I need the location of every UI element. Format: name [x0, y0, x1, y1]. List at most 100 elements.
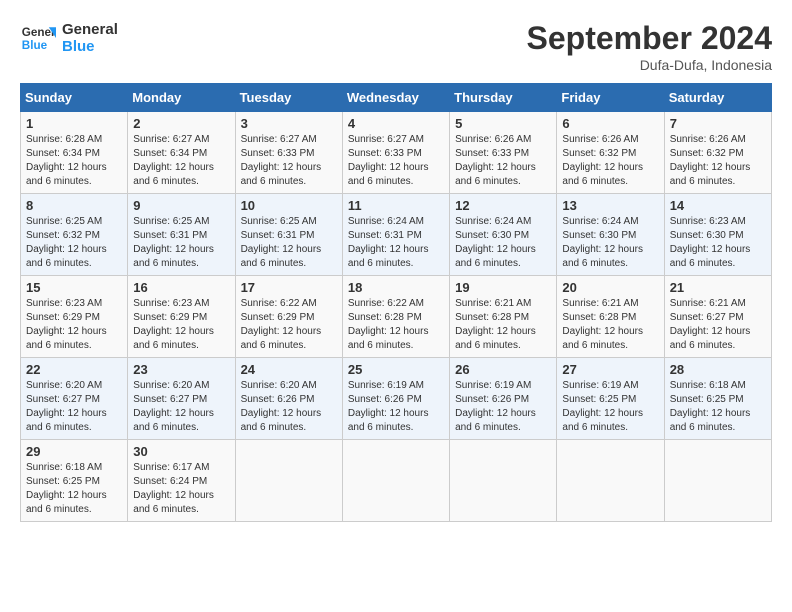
day-info: Sunrise: 6:21 AM Sunset: 6:27 PM Dayligh…	[670, 297, 766, 353]
day-info: Sunrise: 6:19 AM Sunset: 6:26 PM Dayligh…	[455, 379, 551, 435]
day-number: 14	[670, 198, 766, 213]
calendar-cell: 19 Sunrise: 6:21 AM Sunset: 6:28 PM Dayl…	[450, 276, 557, 358]
calendar-cell: 16 Sunrise: 6:23 AM Sunset: 6:29 PM Dayl…	[128, 276, 235, 358]
day-info: Sunrise: 6:22 AM Sunset: 6:28 PM Dayligh…	[348, 297, 444, 353]
day-info: Sunrise: 6:26 AM Sunset: 6:33 PM Dayligh…	[455, 133, 551, 189]
calendar-cell: 15 Sunrise: 6:23 AM Sunset: 6:29 PM Dayl…	[21, 276, 128, 358]
day-info: Sunrise: 6:20 AM Sunset: 6:26 PM Dayligh…	[241, 379, 337, 435]
day-info: Sunrise: 6:27 AM Sunset: 6:34 PM Dayligh…	[133, 133, 229, 189]
day-info: Sunrise: 6:24 AM Sunset: 6:31 PM Dayligh…	[348, 215, 444, 271]
day-number: 27	[562, 362, 658, 377]
calendar-cell: 28 Sunrise: 6:18 AM Sunset: 6:25 PM Dayl…	[664, 358, 771, 440]
logo-text-blue: Blue	[62, 38, 118, 55]
day-info: Sunrise: 6:26 AM Sunset: 6:32 PM Dayligh…	[670, 133, 766, 189]
col-thursday: Thursday	[450, 84, 557, 112]
calendar-week-row: 15 Sunrise: 6:23 AM Sunset: 6:29 PM Dayl…	[21, 276, 772, 358]
day-number: 30	[133, 444, 229, 459]
header-row: Sunday Monday Tuesday Wednesday Thursday…	[21, 84, 772, 112]
svg-text:Blue: Blue	[22, 39, 48, 52]
day-number: 13	[562, 198, 658, 213]
day-number: 18	[348, 280, 444, 295]
day-number: 1	[26, 116, 122, 131]
calendar-cell	[557, 440, 664, 522]
calendar-cell: 26 Sunrise: 6:19 AM Sunset: 6:26 PM Dayl…	[450, 358, 557, 440]
calendar-cell: 25 Sunrise: 6:19 AM Sunset: 6:26 PM Dayl…	[342, 358, 449, 440]
day-info: Sunrise: 6:21 AM Sunset: 6:28 PM Dayligh…	[562, 297, 658, 353]
calendar-cell: 21 Sunrise: 6:21 AM Sunset: 6:27 PM Dayl…	[664, 276, 771, 358]
day-info: Sunrise: 6:27 AM Sunset: 6:33 PM Dayligh…	[348, 133, 444, 189]
day-number: 7	[670, 116, 766, 131]
day-info: Sunrise: 6:21 AM Sunset: 6:28 PM Dayligh…	[455, 297, 551, 353]
location-subtitle: Dufa-Dufa, Indonesia	[527, 57, 772, 73]
calendar-cell: 2 Sunrise: 6:27 AM Sunset: 6:34 PM Dayli…	[128, 112, 235, 194]
day-info: Sunrise: 6:17 AM Sunset: 6:24 PM Dayligh…	[133, 461, 229, 517]
day-info: Sunrise: 6:18 AM Sunset: 6:25 PM Dayligh…	[670, 379, 766, 435]
calendar-table: Sunday Monday Tuesday Wednesday Thursday…	[20, 83, 772, 522]
day-number: 5	[455, 116, 551, 131]
calendar-cell: 1 Sunrise: 6:28 AM Sunset: 6:34 PM Dayli…	[21, 112, 128, 194]
day-info: Sunrise: 6:19 AM Sunset: 6:25 PM Dayligh…	[562, 379, 658, 435]
day-info: Sunrise: 6:23 AM Sunset: 6:29 PM Dayligh…	[133, 297, 229, 353]
calendar-cell: 4 Sunrise: 6:27 AM Sunset: 6:33 PM Dayli…	[342, 112, 449, 194]
day-info: Sunrise: 6:24 AM Sunset: 6:30 PM Dayligh…	[562, 215, 658, 271]
logo-icon: General Blue	[20, 20, 56, 56]
calendar-cell: 22 Sunrise: 6:20 AM Sunset: 6:27 PM Dayl…	[21, 358, 128, 440]
calendar-cell: 6 Sunrise: 6:26 AM Sunset: 6:32 PM Dayli…	[557, 112, 664, 194]
calendar-cell: 23 Sunrise: 6:20 AM Sunset: 6:27 PM Dayl…	[128, 358, 235, 440]
calendar-week-row: 22 Sunrise: 6:20 AM Sunset: 6:27 PM Dayl…	[21, 358, 772, 440]
day-info: Sunrise: 6:27 AM Sunset: 6:33 PM Dayligh…	[241, 133, 337, 189]
calendar-cell: 8 Sunrise: 6:25 AM Sunset: 6:32 PM Dayli…	[21, 194, 128, 276]
day-number: 9	[133, 198, 229, 213]
logo: General Blue General Blue	[20, 20, 118, 56]
calendar-week-row: 1 Sunrise: 6:28 AM Sunset: 6:34 PM Dayli…	[21, 112, 772, 194]
day-number: 6	[562, 116, 658, 131]
day-number: 2	[133, 116, 229, 131]
calendar-cell	[342, 440, 449, 522]
day-info: Sunrise: 6:25 AM Sunset: 6:31 PM Dayligh…	[241, 215, 337, 271]
col-monday: Monday	[128, 84, 235, 112]
day-info: Sunrise: 6:25 AM Sunset: 6:31 PM Dayligh…	[133, 215, 229, 271]
calendar-week-row: 8 Sunrise: 6:25 AM Sunset: 6:32 PM Dayli…	[21, 194, 772, 276]
calendar-cell: 29 Sunrise: 6:18 AM Sunset: 6:25 PM Dayl…	[21, 440, 128, 522]
day-number: 17	[241, 280, 337, 295]
calendar-cell: 18 Sunrise: 6:22 AM Sunset: 6:28 PM Dayl…	[342, 276, 449, 358]
col-tuesday: Tuesday	[235, 84, 342, 112]
day-number: 22	[26, 362, 122, 377]
calendar-cell	[450, 440, 557, 522]
calendar-cell: 20 Sunrise: 6:21 AM Sunset: 6:28 PM Dayl…	[557, 276, 664, 358]
day-info: Sunrise: 6:20 AM Sunset: 6:27 PM Dayligh…	[26, 379, 122, 435]
calendar-cell: 17 Sunrise: 6:22 AM Sunset: 6:29 PM Dayl…	[235, 276, 342, 358]
calendar-cell: 30 Sunrise: 6:17 AM Sunset: 6:24 PM Dayl…	[128, 440, 235, 522]
calendar-week-row: 29 Sunrise: 6:18 AM Sunset: 6:25 PM Dayl…	[21, 440, 772, 522]
day-number: 16	[133, 280, 229, 295]
day-info: Sunrise: 6:23 AM Sunset: 6:29 PM Dayligh…	[26, 297, 122, 353]
day-info: Sunrise: 6:18 AM Sunset: 6:25 PM Dayligh…	[26, 461, 122, 517]
day-number: 11	[348, 198, 444, 213]
calendar-cell: 24 Sunrise: 6:20 AM Sunset: 6:26 PM Dayl…	[235, 358, 342, 440]
day-info: Sunrise: 6:19 AM Sunset: 6:26 PM Dayligh…	[348, 379, 444, 435]
day-number: 28	[670, 362, 766, 377]
day-number: 19	[455, 280, 551, 295]
day-number: 21	[670, 280, 766, 295]
day-info: Sunrise: 6:20 AM Sunset: 6:27 PM Dayligh…	[133, 379, 229, 435]
title-block: September 2024 Dufa-Dufa, Indonesia	[527, 20, 772, 73]
page-header: General Blue General Blue September 2024…	[20, 20, 772, 73]
day-number: 4	[348, 116, 444, 131]
day-number: 26	[455, 362, 551, 377]
day-number: 3	[241, 116, 337, 131]
day-number: 15	[26, 280, 122, 295]
calendar-cell	[664, 440, 771, 522]
col-wednesday: Wednesday	[342, 84, 449, 112]
day-number: 8	[26, 198, 122, 213]
calendar-cell: 9 Sunrise: 6:25 AM Sunset: 6:31 PM Dayli…	[128, 194, 235, 276]
day-info: Sunrise: 6:28 AM Sunset: 6:34 PM Dayligh…	[26, 133, 122, 189]
day-info: Sunrise: 6:25 AM Sunset: 6:32 PM Dayligh…	[26, 215, 122, 271]
calendar-cell: 27 Sunrise: 6:19 AM Sunset: 6:25 PM Dayl…	[557, 358, 664, 440]
calendar-cell: 11 Sunrise: 6:24 AM Sunset: 6:31 PM Dayl…	[342, 194, 449, 276]
month-title: September 2024	[527, 20, 772, 57]
day-info: Sunrise: 6:23 AM Sunset: 6:30 PM Dayligh…	[670, 215, 766, 271]
calendar-cell: 5 Sunrise: 6:26 AM Sunset: 6:33 PM Dayli…	[450, 112, 557, 194]
calendar-cell: 7 Sunrise: 6:26 AM Sunset: 6:32 PM Dayli…	[664, 112, 771, 194]
logo-text-general: General	[62, 21, 118, 38]
calendar-cell: 12 Sunrise: 6:24 AM Sunset: 6:30 PM Dayl…	[450, 194, 557, 276]
